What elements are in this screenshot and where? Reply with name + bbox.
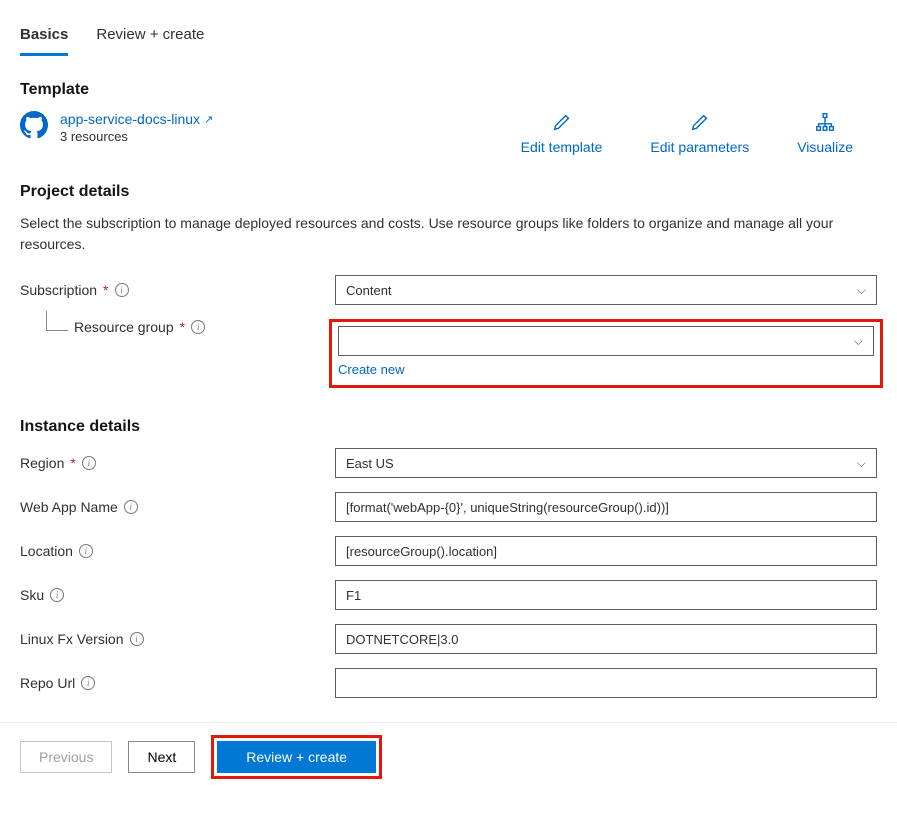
visualize-button[interactable]: Visualize [797, 111, 853, 155]
webapp-name-label: Web App Name i [20, 499, 335, 515]
template-info: app-service-docs-linux ↗ 3 resources [60, 111, 213, 144]
create-new-link[interactable]: Create new [338, 362, 404, 377]
tab-review-create[interactable]: Review + create [96, 20, 204, 56]
required-asterisk: * [103, 282, 108, 298]
webapp-name-row: Web App Name i [20, 492, 877, 522]
template-row: app-service-docs-linux ↗ 3 resources Edi… [20, 111, 877, 155]
pencil-icon [689, 111, 711, 133]
region-label-text: Region [20, 455, 64, 471]
resource-group-label: Resource group * i [20, 319, 335, 335]
template-name-link[interactable]: app-service-docs-linux ↗ [60, 111, 213, 127]
footer-bar: Previous Next Review + create [0, 722, 897, 791]
sku-label-text: Sku [20, 587, 44, 603]
subscription-control: Content ⌵ [335, 275, 877, 305]
tree-connector [46, 311, 68, 331]
region-value: East US [346, 456, 394, 471]
edit-parameters-button[interactable]: Edit parameters [650, 111, 749, 155]
linuxfx-input[interactable] [335, 624, 877, 654]
location-label: Location i [20, 543, 335, 559]
resource-group-row: Resource group * i ⌵ Create new [20, 319, 877, 388]
instance-details-heading: Instance details [20, 418, 877, 436]
edit-parameters-label: Edit parameters [650, 139, 749, 155]
location-row: Location i [20, 536, 877, 566]
template-name-text: app-service-docs-linux [60, 111, 200, 127]
subscription-label-text: Subscription [20, 282, 97, 298]
project-details-description: Select the subscription to manage deploy… [20, 213, 840, 255]
sku-row: Sku i [20, 580, 877, 610]
resource-group-label-text: Resource group [74, 319, 174, 335]
chevron-down-icon: ⌵ [857, 456, 866, 471]
repo-url-control [335, 668, 877, 698]
sku-control [335, 580, 877, 610]
project-details-heading: Project details [20, 183, 877, 201]
edit-template-label: Edit template [521, 139, 603, 155]
linuxfx-row: Linux Fx Version i [20, 624, 877, 654]
template-info-block: app-service-docs-linux ↗ 3 resources [20, 111, 213, 144]
info-icon[interactable]: i [191, 320, 205, 334]
linuxfx-label: Linux Fx Version i [20, 631, 335, 647]
review-create-button[interactable]: Review + create [217, 741, 376, 773]
visualize-label: Visualize [797, 139, 853, 155]
required-asterisk: * [70, 455, 75, 471]
chevron-down-icon: ⌵ [854, 334, 863, 349]
info-icon[interactable]: i [50, 588, 64, 602]
webapp-name-label-text: Web App Name [20, 499, 118, 515]
pencil-icon [551, 111, 573, 133]
linuxfx-control [335, 624, 877, 654]
location-input[interactable] [335, 536, 877, 566]
previous-button: Previous [20, 741, 112, 773]
region-select[interactable]: East US ⌵ [335, 448, 877, 478]
region-label: Region * i [20, 455, 335, 471]
linuxfx-label-text: Linux Fx Version [20, 631, 124, 647]
info-icon[interactable]: i [115, 283, 129, 297]
repo-url-label: Repo Url i [20, 675, 335, 691]
subscription-label: Subscription * i [20, 282, 335, 298]
repo-url-input[interactable] [335, 668, 877, 698]
template-heading: Template [20, 81, 877, 99]
tab-bar: Basics Review + create [20, 20, 877, 57]
webapp-name-input[interactable] [335, 492, 877, 522]
location-label-text: Location [20, 543, 73, 559]
template-actions: Edit template Edit parameters Visualize [521, 111, 853, 155]
info-icon[interactable]: i [81, 676, 95, 690]
hierarchy-icon [814, 111, 836, 133]
region-control: East US ⌵ [335, 448, 877, 478]
edit-template-button[interactable]: Edit template [521, 111, 603, 155]
chevron-down-icon: ⌵ [857, 283, 866, 298]
subscription-select[interactable]: Content ⌵ [335, 275, 877, 305]
info-icon[interactable]: i [82, 456, 96, 470]
required-asterisk: * [180, 319, 185, 335]
repo-url-label-text: Repo Url [20, 675, 75, 691]
resource-group-highlight: ⌵ Create new [329, 319, 883, 388]
subscription-row: Subscription * i Content ⌵ [20, 275, 877, 305]
location-control [335, 536, 877, 566]
sku-label: Sku i [20, 587, 335, 603]
resource-group-control: ⌵ Create new [335, 319, 877, 388]
subscription-value: Content [346, 283, 392, 298]
region-row: Region * i East US ⌵ [20, 448, 877, 478]
review-create-highlight: Review + create [211, 735, 382, 779]
github-icon [20, 111, 48, 139]
resource-group-select[interactable]: ⌵ [338, 326, 874, 356]
info-icon[interactable]: i [124, 500, 138, 514]
template-resource-count: 3 resources [60, 129, 213, 144]
info-icon[interactable]: i [79, 544, 93, 558]
next-button[interactable]: Next [128, 741, 195, 773]
tab-basics[interactable]: Basics [20, 20, 68, 56]
sku-input[interactable] [335, 580, 877, 610]
external-link-icon: ↗ [204, 113, 213, 126]
webapp-name-control [335, 492, 877, 522]
repo-url-row: Repo Url i [20, 668, 877, 698]
info-icon[interactable]: i [130, 632, 144, 646]
